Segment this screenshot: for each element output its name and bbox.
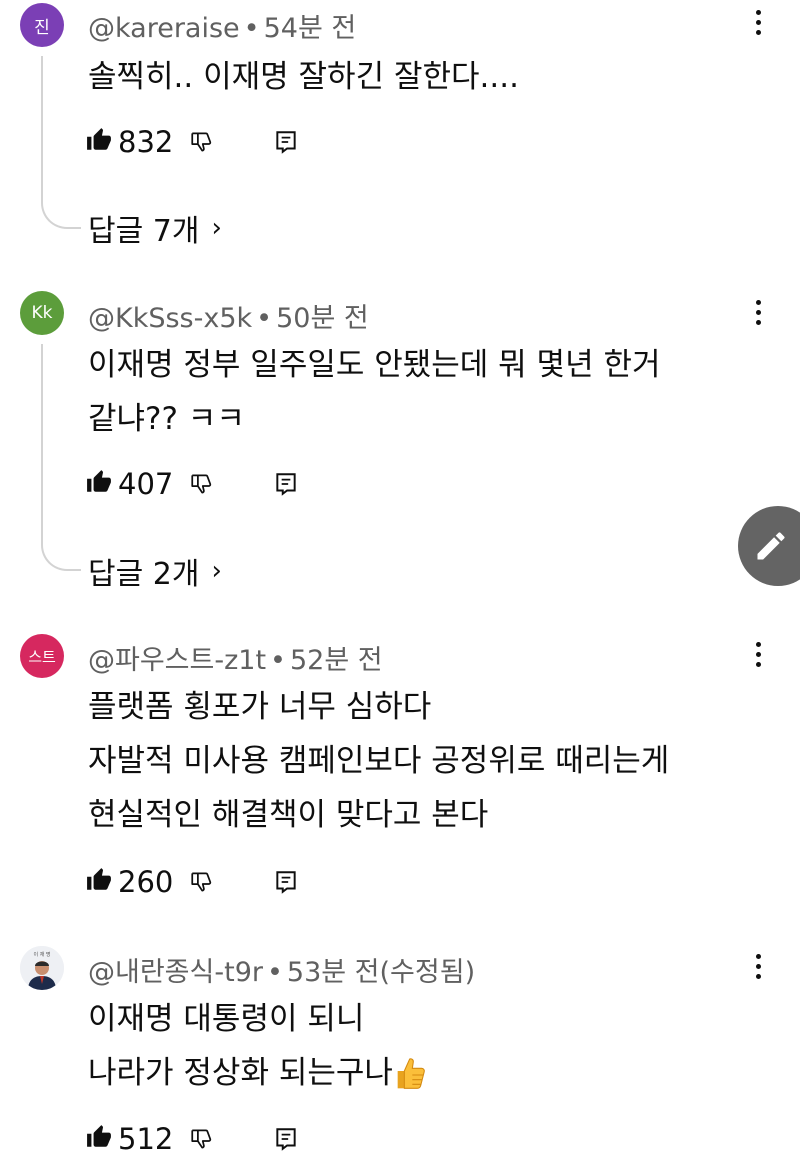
comment-text: 솔찍히.. 이재명 잘하긴 잘한다....: [88, 50, 519, 104]
like-count: 407: [118, 467, 174, 501]
chevron-right-icon: ›: [211, 213, 222, 243]
comment-actions: 512: [86, 1119, 299, 1159]
comment-line: 솔찍히.. 이재명 잘하긴 잘한다....: [88, 59, 519, 95]
thread-line: [41, 344, 81, 571]
thumbs-down-icon[interactable]: [189, 1126, 215, 1152]
reply-icon[interactable]: [273, 869, 299, 895]
thread-line: [41, 56, 81, 229]
thumbs-up-icon[interactable]: [86, 867, 112, 897]
comment-actions: 407: [86, 464, 299, 504]
thumbs-up-icon[interactable]: [86, 1124, 112, 1154]
thumbs-down-icon[interactable]: [189, 869, 215, 895]
timestamp[interactable]: 53분 전(수정됨): [287, 957, 475, 988]
avatar[interactable]: 진: [20, 3, 64, 47]
thumbs-up-icon[interactable]: [86, 469, 112, 499]
comment-meta: @kareraise • 54분 전: [88, 13, 357, 44]
comment-text: 이재명 대통령이 되니 나라가 정상화 되는구나: [88, 992, 427, 1100]
comment-line: 같냐?? ㅋㅋ: [88, 401, 245, 437]
comment-line: 이재명 대통령이 되니: [88, 1001, 365, 1037]
reply-icon[interactable]: [273, 129, 299, 155]
comment-actions: 832: [86, 122, 299, 162]
comment-line: 이재명 정부 일주일도 안됐는데 뭐 몇년 한거: [88, 347, 661, 383]
edit-fab-button[interactable]: [738, 506, 800, 586]
more-vert-icon[interactable]: [746, 948, 770, 984]
avatar[interactable]: 이 재 명: [20, 946, 64, 990]
view-replies-button[interactable]: 답글 7개 ›: [88, 206, 222, 250]
more-vert-icon[interactable]: [746, 636, 770, 672]
timestamp[interactable]: 50분 전: [276, 303, 369, 334]
more-vert-icon[interactable]: [746, 4, 770, 40]
portrait-avatar-image: 이 재 명: [20, 946, 64, 990]
thumbs-down-icon[interactable]: [189, 471, 215, 497]
comment-actions: 260: [86, 862, 299, 902]
comment-line: 플랫폼 횡포가 너무 심하다: [88, 689, 432, 725]
comment-text: 이재명 정부 일주일도 안됐는데 뭐 몇년 한거 같냐?? ㅋㅋ: [88, 338, 660, 446]
chevron-right-icon: ›: [211, 556, 222, 586]
comment-line: 현실적인 해결책이 맞다고 본다: [88, 797, 489, 833]
svg-text:이 재 명: 이 재 명: [34, 951, 51, 958]
more-vert-icon[interactable]: [746, 294, 770, 330]
comment-meta: @KkSss-x5k • 50분 전: [88, 303, 369, 334]
thumbs-up-icon[interactable]: [86, 127, 112, 157]
comment-text: 플랫폼 횡포가 너무 심하다 자발적 미사용 캠페인보다 공정위로 때리는게 현…: [88, 680, 669, 842]
comment-line: 자발적 미사용 캠페인보다 공정위로 때리는게: [88, 743, 670, 779]
like-count: 832: [118, 125, 174, 159]
like-count: 512: [118, 1122, 174, 1156]
comment-meta: @내란종식-t9r • 53분 전(수정됨): [88, 957, 476, 988]
author-handle[interactable]: @파우스트-z1t: [88, 645, 266, 676]
avatar[interactable]: Kk: [20, 291, 64, 335]
comment-meta: @파우스트-z1t • 52분 전: [88, 645, 383, 676]
avatar[interactable]: 스트: [20, 634, 64, 678]
like-count: 260: [118, 865, 174, 899]
author-handle[interactable]: @KkSss-x5k: [88, 303, 252, 334]
author-handle[interactable]: @kareraise: [88, 13, 240, 44]
pencil-icon: [753, 528, 789, 564]
view-replies-button[interactable]: 답글 2개 ›: [88, 549, 222, 593]
thumbs-down-icon[interactable]: [189, 129, 215, 155]
reply-icon[interactable]: [273, 1126, 299, 1152]
comment-line: 나라가 정상화 되는구나: [88, 1055, 393, 1091]
timestamp[interactable]: 52분 전: [290, 645, 383, 676]
author-handle[interactable]: @내란종식-t9r: [88, 957, 263, 988]
reply-icon[interactable]: [273, 471, 299, 497]
timestamp[interactable]: 54분 전: [264, 13, 357, 44]
thumbs-up-emoji: [395, 1055, 427, 1091]
